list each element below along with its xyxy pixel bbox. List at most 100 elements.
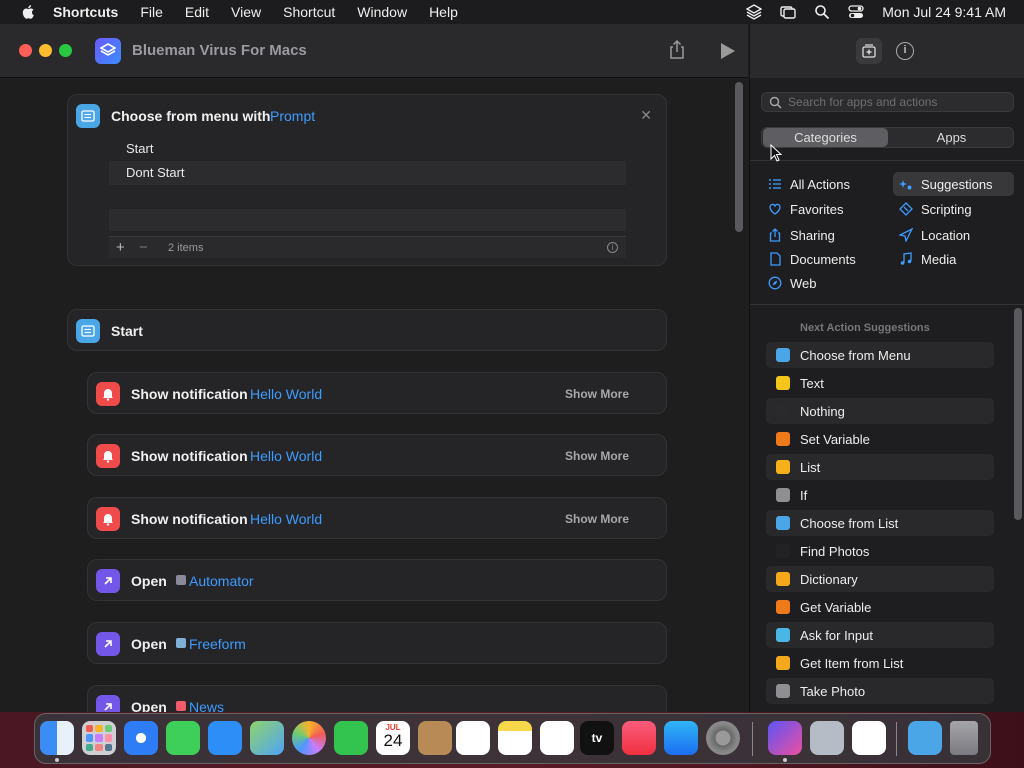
- apple-tv-icon[interactable]: tv: [580, 721, 614, 755]
- mail-icon[interactable]: [208, 721, 242, 755]
- suggestion-item[interactable]: Get Item from List: [766, 650, 994, 676]
- suggestion-item[interactable]: Set Variable: [766, 426, 994, 452]
- notification-text-token[interactable]: Hello World: [250, 511, 322, 527]
- category-web[interactable]: Web: [762, 271, 882, 295]
- trash-icon[interactable]: [950, 721, 978, 755]
- shortcut-icon[interactable]: [95, 38, 121, 64]
- menu-empty-row[interactable]: [109, 209, 626, 231]
- screen-mirroring-icon[interactable]: [780, 4, 796, 20]
- open-app-action[interactable]: Open Freeform: [87, 622, 667, 664]
- zoom-window-button[interactable]: [59, 44, 72, 57]
- show-notification-action[interactable]: Show notification Hello World Show More: [87, 372, 667, 414]
- run-play-icon[interactable]: [717, 41, 737, 61]
- menu-app-name[interactable]: Shortcuts: [53, 4, 118, 20]
- open-app-action[interactable]: Open Automator: [87, 559, 667, 601]
- search-actions-field[interactable]: [761, 92, 1014, 112]
- info-icon[interactable]: i: [607, 242, 618, 253]
- spotlight-search-icon[interactable]: [814, 4, 830, 20]
- suggestion-item[interactable]: Get Variable: [766, 594, 994, 620]
- control-center-icon[interactable]: [848, 4, 864, 20]
- show-more-button[interactable]: Show More: [565, 387, 629, 401]
- suggestion-item[interactable]: Text: [766, 370, 994, 396]
- news-icon[interactable]: [852, 721, 886, 755]
- notification-text-token[interactable]: Hello World: [250, 448, 322, 464]
- suggestion-item[interactable]: Nothing: [766, 398, 994, 424]
- notes-icon[interactable]: [498, 721, 532, 755]
- suggestion-item[interactable]: Dictionary: [766, 566, 994, 592]
- category-suggestions[interactable]: Suggestions: [893, 172, 1014, 196]
- suggestion-item[interactable]: If: [766, 482, 994, 508]
- minimize-window-button[interactable]: [39, 44, 52, 57]
- close-window-button[interactable]: [19, 44, 32, 57]
- suggestion-item[interactable]: List: [766, 454, 994, 480]
- app-store-icon[interactable]: [664, 721, 698, 755]
- menu-window[interactable]: Window: [357, 4, 407, 20]
- menu-edit[interactable]: Edit: [185, 4, 209, 20]
- editor-scrollbar[interactable]: [735, 82, 743, 232]
- downloads-folder-icon[interactable]: [908, 721, 942, 755]
- remove-action-icon[interactable]: ✕: [640, 107, 652, 124]
- suggestion-item[interactable]: Ask for Input: [766, 622, 994, 648]
- category-location[interactable]: Location: [893, 223, 1014, 247]
- choose-from-menu-action[interactable]: Choose from menu with Prompt ✕ Start Don…: [67, 94, 667, 266]
- menu-item-row[interactable]: Start: [109, 137, 626, 161]
- automator-icon[interactable]: [810, 721, 844, 755]
- suggestion-item[interactable]: Find Photos: [766, 538, 994, 564]
- open-app-action[interactable]: Open News: [87, 685, 667, 712]
- maps-icon[interactable]: [250, 721, 284, 755]
- menu-view[interactable]: View: [231, 4, 261, 20]
- menu-item-row[interactable]: Dont Start: [109, 161, 626, 185]
- remove-item-button[interactable]: −: [139, 239, 148, 256]
- reminders-icon[interactable]: [456, 721, 490, 755]
- shortcut-details-info-icon[interactable]: i: [896, 42, 914, 60]
- category-scripting[interactable]: Scripting: [893, 197, 1014, 221]
- launchpad-icon[interactable]: [82, 721, 116, 755]
- action-library-button[interactable]: [856, 38, 882, 64]
- show-notification-action[interactable]: Show notification Hello World Show More: [87, 497, 667, 539]
- menu-case-start[interactable]: Start: [67, 309, 667, 351]
- suggestion-item[interactable]: Choose from List: [766, 510, 994, 536]
- suggestion-item[interactable]: Take Photo: [766, 678, 994, 704]
- actions-canvas[interactable]: Choose from menu with Prompt ✕ Start Don…: [0, 78, 748, 712]
- menu-help[interactable]: Help: [429, 4, 458, 20]
- apple-logo-icon[interactable]: [17, 4, 39, 20]
- menu-clock[interactable]: Mon Jul 24 9:41 AM: [882, 4, 1006, 20]
- notification-text-token[interactable]: Hello World: [250, 386, 322, 402]
- category-documents[interactable]: Documents: [762, 247, 882, 271]
- menu-empty-row[interactable]: [109, 185, 626, 209]
- calendar-icon[interactable]: JUL 24: [376, 721, 410, 755]
- show-more-button[interactable]: Show More: [565, 449, 629, 463]
- safari-icon[interactable]: [124, 721, 158, 755]
- app-token[interactable]: News: [189, 699, 224, 712]
- suggestion-item[interactable]: Choose from Menu: [766, 342, 994, 368]
- messages-icon[interactable]: [166, 721, 200, 755]
- menu-shortcut[interactable]: Shortcut: [283, 4, 335, 20]
- music-icon[interactable]: [622, 721, 656, 755]
- facetime-icon[interactable]: [334, 721, 368, 755]
- show-more-button[interactable]: Show More: [565, 512, 629, 526]
- category-media[interactable]: Media: [893, 247, 1014, 271]
- system-settings-icon[interactable]: [706, 721, 740, 755]
- tab-apps[interactable]: Apps: [889, 128, 1014, 147]
- shortcuts-status-icon[interactable]: [746, 4, 763, 20]
- app-token[interactable]: Freeform: [189, 636, 246, 652]
- category-all-actions[interactable]: All Actions: [762, 172, 882, 196]
- finder-icon[interactable]: [40, 721, 74, 755]
- menu-file[interactable]: File: [140, 4, 163, 20]
- suggestions-scrollbar[interactable]: [1014, 308, 1022, 520]
- category-sharing[interactable]: Sharing: [762, 223, 882, 247]
- action-type-icon: [776, 600, 790, 614]
- action-type-icon: [776, 348, 790, 362]
- add-item-button[interactable]: +: [116, 239, 125, 256]
- shortcut-editor: Blueman Virus For Macs Choose from menu …: [0, 24, 748, 712]
- show-notification-action[interactable]: Show notification Hello World Show More: [87, 434, 667, 476]
- photos-icon[interactable]: [292, 721, 326, 755]
- search-input[interactable]: [788, 95, 1008, 109]
- shortcuts-app-icon[interactable]: [768, 721, 802, 755]
- share-icon[interactable]: [666, 39, 688, 61]
- category-favorites[interactable]: Favorites: [762, 197, 882, 221]
- prompt-token[interactable]: Prompt: [270, 108, 315, 124]
- freeform-icon[interactable]: [540, 721, 574, 755]
- contacts-icon[interactable]: [418, 721, 452, 755]
- app-token[interactable]: Automator: [189, 573, 254, 589]
